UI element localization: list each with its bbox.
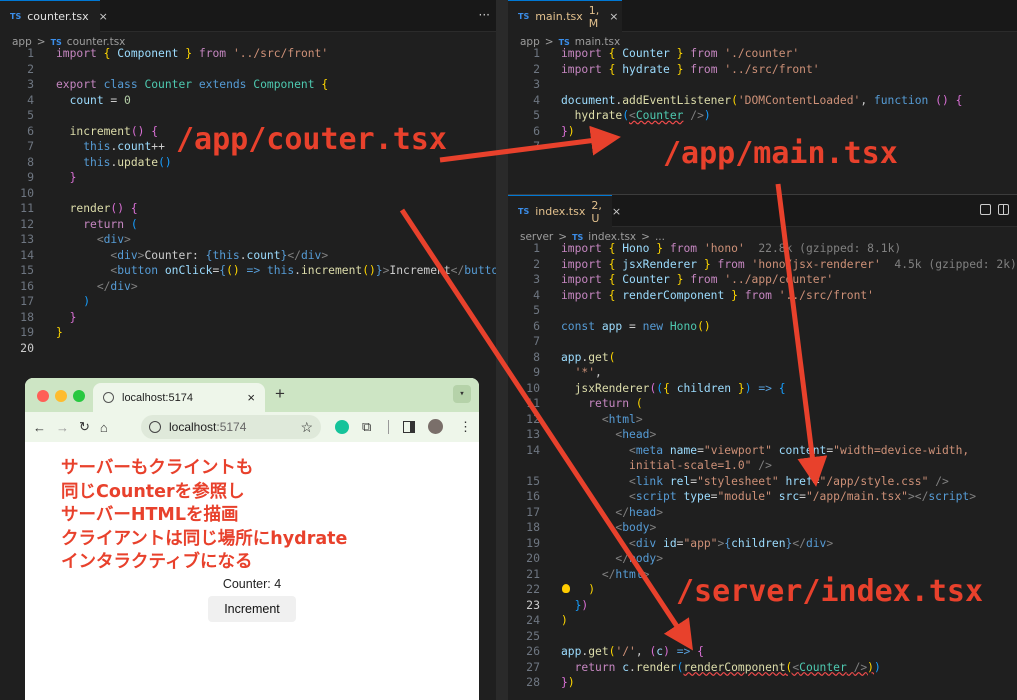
arrow-counter-to-render — [399, 208, 693, 651]
arrow-counter-to-main — [439, 125, 621, 163]
arrow-layer — [399, 125, 828, 651]
arrow-main-to-script — [775, 183, 828, 487]
